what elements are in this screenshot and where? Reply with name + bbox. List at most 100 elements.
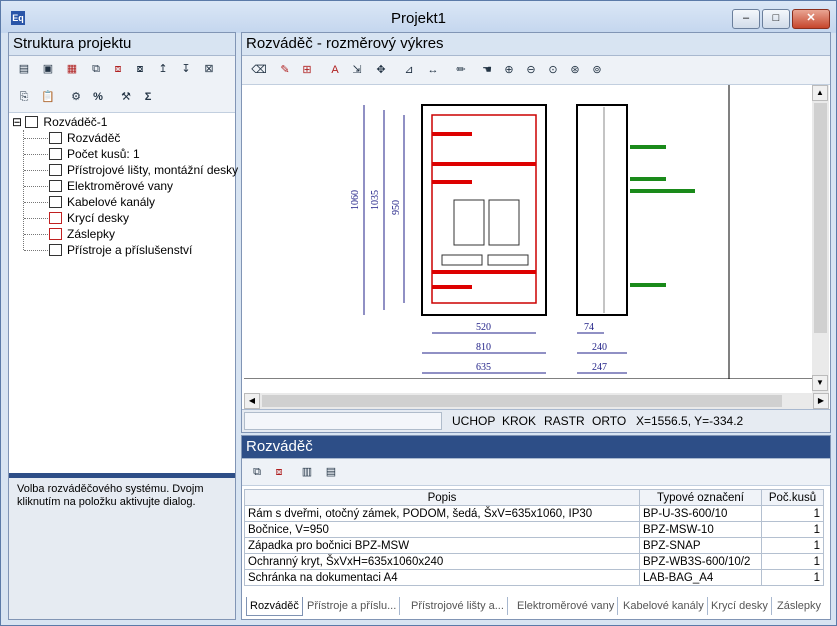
list-edit-icon[interactable]: ▤ — [322, 463, 340, 481]
minimize-button[interactable]: – — [732, 9, 760, 29]
copy-icon[interactable]: ⧉ — [87, 60, 105, 78]
zoom-all-icon[interactable]: ⊛ — [566, 61, 584, 79]
tree-item-blanks[interactable]: Záslepky — [49, 226, 115, 242]
tab-rails[interactable]: Přístrojové lišty a... — [408, 597, 508, 615]
tab-devices[interactable]: Přístroje a příslu... — [304, 597, 401, 615]
status-bar: UCHOP KROK RASTR ORTO X=1556.5, Y=-334.2 — [242, 409, 830, 432]
scroll-thumb[interactable] — [262, 395, 782, 407]
status-ortho[interactable]: ORTO — [592, 414, 626, 428]
clipboard-icon[interactable]: 📋 — [39, 88, 57, 106]
zoom-out-icon[interactable]: ⊖ — [522, 61, 540, 79]
eraser-icon[interactable]: ⌫ — [250, 61, 268, 79]
tree-item-meter-trays[interactable]: Elektroměrové vany — [49, 178, 173, 194]
tree-line — [24, 154, 48, 155]
move-down-icon[interactable]: ↧ — [177, 60, 195, 78]
tree-line — [24, 250, 48, 251]
edit-icon[interactable]: ✎ — [276, 61, 294, 79]
zoom-in-icon[interactable]: ⊕ — [500, 61, 518, 79]
horizontal-scrollbar[interactable]: ◀ ▶ — [244, 393, 829, 409]
col-count[interactable]: Poč.kusů — [761, 489, 824, 506]
measure-icon[interactable]: ⊿ — [400, 61, 418, 79]
tree-item-count[interactable]: Počet kusů: 1 — [49, 146, 140, 162]
list-icon[interactable]: ▥ — [298, 463, 316, 481]
cell-count: 1 — [761, 505, 824, 522]
sum-button[interactable]: Σ — [139, 88, 157, 106]
properties-icon[interactable]: ⚙ — [67, 88, 85, 106]
blank-icon — [49, 228, 62, 240]
cell-count: 1 — [761, 537, 824, 554]
multi-icon[interactable]: ⧈ — [109, 60, 127, 78]
sheet-icon[interactable]: ▤ — [15, 60, 33, 78]
dim-d1: 74 — [584, 322, 594, 333]
cell-description: Ochranný kryt, ŠxVxH=635x1060x240 — [244, 553, 640, 570]
copy-icon[interactable]: ⧉ — [248, 463, 266, 481]
bom-title: Rozváděč — [242, 436, 830, 459]
scroll-up-icon[interactable]: ▲ — [812, 85, 828, 101]
percent-button[interactable]: % — [89, 88, 107, 106]
tree-item-rails[interactable]: Přístrojové lišty, montážní desky — [49, 162, 238, 178]
tab-meter-trays[interactable]: Elektroměrové vany — [514, 597, 619, 615]
scroll-right-icon[interactable]: ▶ — [813, 393, 829, 409]
table-row[interactable]: Rám s dveřmi, otočný zámek, PODOM, šedá,… — [244, 505, 824, 522]
tab-cable-ducts[interactable]: Kabelové kanály — [620, 597, 708, 615]
status-grid[interactable]: RASTR — [544, 414, 585, 428]
cell-type: BPZ-MSW-10 — [639, 521, 762, 538]
sheet2-icon[interactable]: ▣ — [39, 60, 57, 78]
insert-icon[interactable]: ⊞ — [298, 61, 316, 79]
tree-item-rozvadec[interactable]: Rozváděč — [49, 130, 120, 146]
tree-item-devices[interactable]: Přístroje a příslušenství — [49, 242, 192, 258]
drawing-canvas[interactable]: 1060 1035 950 520 810 635 74 240 247 — [244, 85, 812, 379]
tree-item-root[interactable]: ⊟ Rozváděč-1 — [12, 114, 107, 130]
tools-icon[interactable]: ⚒ — [117, 88, 135, 106]
cell-type: LAB-BAG_A4 — [639, 569, 762, 586]
cabinet-icon — [49, 132, 62, 144]
collapse-toggle-icon[interactable]: ⊟ — [12, 115, 22, 129]
table-row[interactable]: Schránka na dokumentaci A4 LAB-BAG_A4 1 — [244, 569, 824, 586]
meter-tray-icon — [49, 180, 62, 192]
project-tree: ⊟ Rozváděč-1 Rozváděč Počet kusů: 1 Přís… — [9, 113, 238, 473]
tree-line — [24, 202, 48, 203]
col-description[interactable]: Popis — [244, 489, 640, 506]
tree-item-cover-plates[interactable]: Krycí desky — [49, 210, 129, 226]
multi-icon[interactable]: ⧈ — [270, 463, 288, 481]
col-type[interactable]: Typové označení — [639, 489, 762, 506]
table-row[interactable]: Bočnice, V=950 BPZ-MSW-10 1 — [244, 521, 824, 538]
dim-w2: 810 — [476, 342, 491, 353]
scroll-left-icon[interactable]: ◀ — [244, 393, 260, 409]
tab-cover-plates[interactable]: Krycí desky — [708, 597, 772, 615]
grid-icon[interactable]: ▦ — [63, 60, 81, 78]
close-button[interactable]: ✕ — [792, 9, 830, 29]
select-icon[interactable]: ⇲ — [348, 61, 366, 79]
cell-type: BP-U-3S-600/10 — [639, 505, 762, 522]
pan-icon[interactable]: ☚ — [478, 61, 496, 79]
move-up-icon[interactable]: ↥ — [154, 60, 172, 78]
zoom-fit-icon[interactable]: ⊚ — [588, 61, 606, 79]
zoom-window-icon[interactable]: ⊙ — [544, 61, 562, 79]
pencil-icon[interactable]: ✏ — [452, 61, 470, 79]
text-icon[interactable]: A — [326, 61, 344, 79]
table-row[interactable]: Západka pro bočnici BPZ-MSW BPZ-SNAP 1 — [244, 537, 824, 554]
paste-icon[interactable]: ⎘ — [15, 88, 33, 106]
scroll-thumb[interactable] — [814, 103, 827, 333]
tree-item-cable-ducts[interactable]: Kabelové kanály — [49, 194, 155, 210]
meter — [453, 199, 485, 246]
maximize-button[interactable]: □ — [762, 9, 790, 29]
move-icon[interactable]: ✥ — [372, 61, 390, 79]
tree-line — [24, 218, 48, 219]
status-step[interactable]: KROK — [502, 414, 536, 428]
table-row[interactable]: Ochranný kryt, ŠxVxH=635x1060x240 BPZ-WB3… — [244, 553, 824, 570]
scroll-down-icon[interactable]: ▼ — [812, 375, 828, 391]
delete-icon[interactable]: ⊠ — [200, 60, 218, 78]
tab-rozvadec[interactable]: Rozváděč — [246, 597, 303, 616]
cabinet-icon — [49, 148, 62, 160]
rail — [432, 270, 536, 274]
dimension-icon[interactable]: ↔ — [424, 61, 442, 79]
vertical-scrollbar[interactable]: ▲ ▼ — [812, 85, 829, 393]
hint-box: Volba rozváděčového systému. Dvojm klikn… — [9, 478, 235, 619]
status-snap[interactable]: UCHOP — [452, 414, 495, 428]
project-structure-title: Struktura projektu — [9, 33, 235, 56]
tab-blanks[interactable]: Záslepky — [774, 597, 824, 615]
cell-type: BPZ-SNAP — [639, 537, 762, 554]
multi2-icon[interactable]: ⧇ — [131, 60, 149, 78]
status-coords: X=1556.5, Y=-334.2 — [636, 414, 744, 428]
